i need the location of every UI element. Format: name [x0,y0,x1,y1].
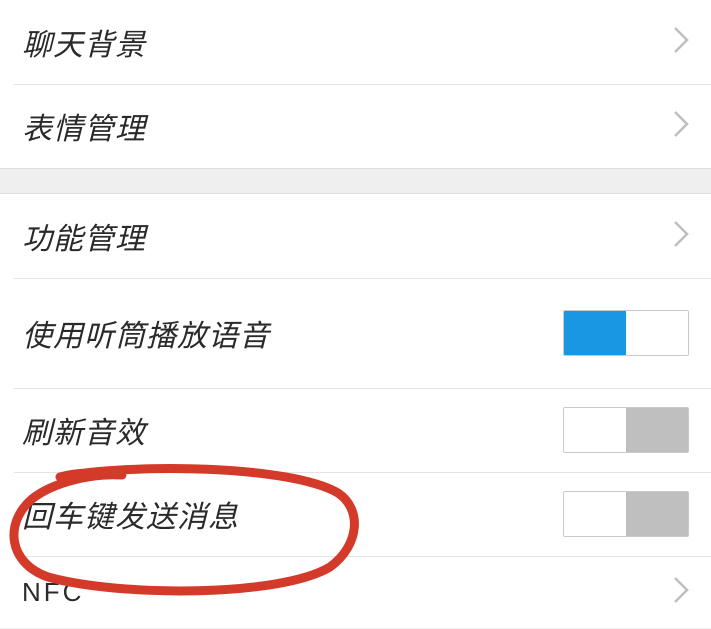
toggle-refresh-sound[interactable] [563,407,689,453]
toggle-earpiece-playback[interactable] [563,310,689,356]
section-divider [0,168,711,194]
label-sticker-management: 表情管理 [22,104,146,148]
row-enter-to-send[interactable]: 回车键发送消息 [0,472,711,556]
toggle-enter-to-send[interactable] [563,491,689,537]
chevron-right-icon [673,220,689,253]
label-enter-to-send: 回车键发送消息 [22,492,239,536]
row-nfc[interactable]: NFC [0,556,711,628]
label-refresh-sound: 刷新音效 [22,408,146,452]
label-nfc: NFC [22,577,84,608]
chevron-right-icon [673,26,689,59]
label-feature-management: 功能管理 [22,214,146,258]
row-earpiece-playback[interactable]: 使用听筒播放语音 [0,278,711,388]
label-chat-background: 聊天背景 [22,20,146,64]
row-sticker-management[interactable]: 表情管理 [0,84,711,168]
row-feature-management[interactable]: 功能管理 [0,194,711,278]
row-chat-background[interactable]: 聊天背景 [0,0,711,84]
row-refresh-sound[interactable]: 刷新音效 [0,388,711,472]
chevron-right-icon [673,110,689,143]
chevron-right-icon [673,576,689,609]
label-earpiece-playback: 使用听筒播放语音 [22,311,270,355]
